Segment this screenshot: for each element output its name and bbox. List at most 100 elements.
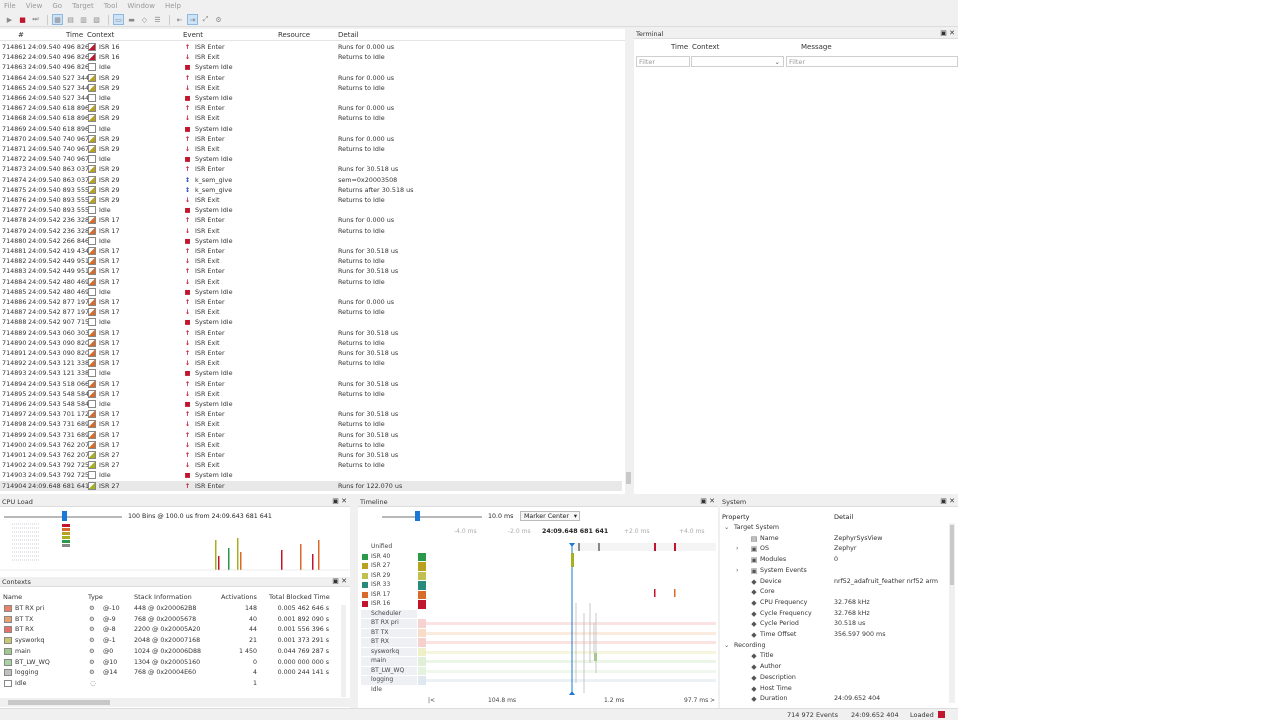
settings-icon[interactable]: ⚙ — [213, 14, 224, 25]
context-row[interactable]: BT_LW_WQ ⚙ @10 1304 @ 0x20005160 0 0.000 000 … — [0, 658, 345, 669]
expand-arrow-icon[interactable]: ⌄ — [724, 642, 729, 649]
terminal-view-icon[interactable]: ▭ — [113, 14, 124, 25]
go-back-icon[interactable]: ⇤ — [174, 14, 185, 25]
system-tree-row[interactable]: ◆ Cycle Period 30.518 us — [720, 619, 948, 630]
menu-item[interactable]: Target — [72, 2, 94, 10]
col-time[interactable]: Time — [66, 31, 83, 39]
timeline-lane-label[interactable]: Unified — [361, 543, 417, 552]
system-view-icon[interactable]: ▬ — [126, 14, 137, 25]
marker-mode-dropdown[interactable]: Marker Center ▾ — [520, 511, 580, 521]
col-ctx-name[interactable]: Name — [3, 593, 22, 601]
filter-message-input[interactable]: Filter — [786, 56, 958, 67]
auto-scroll-icon[interactable]: ⇥ — [187, 14, 198, 25]
menu-item[interactable]: Help — [165, 2, 181, 10]
event-row[interactable]: 714871 24:09.540 740 967 ISR 29 ↓ ISR Exit Re… — [0, 144, 622, 154]
event-row[interactable]: 714861 24:09.540 496 826 ISR 16 ↑ ISR Enter R… — [0, 42, 622, 52]
step-icon[interactable]: ⏭ — [30, 14, 41, 25]
event-row[interactable]: 714866 24:09.540 527 344 Idle ■ System Idle — [0, 93, 622, 103]
collapse-arrow-icon[interactable]: › — [736, 567, 739, 574]
context-row[interactable]: Idle ◌ 1 — [0, 679, 345, 690]
timeline-lane-label[interactable]: BT RX — [361, 638, 417, 647]
timeline-lane-label[interactable]: sysworkq — [361, 647, 417, 657]
event-row[interactable]: 714876 24:09.540 893 555 ISR 29 ↓ ISR Exit Re… — [0, 195, 622, 205]
event-row[interactable]: 714880 24:09.542 266 846 Idle ■ System Idle — [0, 236, 622, 246]
event-row[interactable]: 714873 24:09.540 863 037 ISR 29 ↑ ISR Enter R… — [0, 164, 622, 174]
event-row[interactable]: 714867 24:09.540 618 896 ISR 29 ↑ ISR Enter R… — [0, 103, 622, 113]
system-tree-row[interactable]: ◆ Time Offset 356.597 900 ms — [720, 630, 948, 641]
context-row[interactable]: logging ⚙ @14 768 @ 0x20004E60 4 0.000 244 14… — [0, 668, 345, 679]
event-row[interactable]: 714881 24:09.542 419 434 ISR 17 ↑ ISR Enter R… — [0, 246, 622, 256]
event-row[interactable]: 714877 24:09.540 893 555 Idle ■ System Idle — [0, 205, 622, 215]
event-row[interactable]: 714869 24:09.540 618 896 Idle ■ System Idle — [0, 124, 622, 134]
event-row[interactable]: 714890 24:09.543 090 820 ISR 17 ↓ ISR Exit Re… — [0, 338, 622, 348]
bin-slider-thumb[interactable] — [62, 511, 67, 521]
system-tree-row[interactable]: ◆ Title — [720, 651, 948, 662]
events-scrollbar[interactable] — [625, 29, 632, 494]
event-row[interactable]: 714878 24:09.542 236 328 ISR 17 ↑ ISR Enter R… — [0, 215, 622, 225]
system-tree-row[interactable]: ◆ Core — [720, 587, 948, 598]
event-row[interactable]: 714902 24:09.543 792 725 ISR 27 ↓ ISR Exit Re… — [0, 460, 622, 470]
system-tree-row[interactable]: ◆ Device nrf52_adafruit_feather nrf52 arm — [720, 577, 948, 588]
event-row[interactable]: 714896 24:09.543 548 584 Idle ■ System Idle — [0, 399, 622, 409]
contexts-scrollbar[interactable] — [341, 605, 346, 697]
contexts-view-icon[interactable]: ▧ — [91, 14, 102, 25]
context-row[interactable]: main ⚙ @0 1024 @ 0x20006D88 1 450 0.044 769 2… — [0, 647, 345, 658]
timeline-lane-label[interactable]: BT_LW_WQ — [361, 666, 417, 676]
timeline-lane-label[interactable]: ISR 17 — [361, 590, 417, 600]
panel-float-close-icon[interactable]: ▣ ✕ — [940, 497, 955, 505]
system-scrollbar[interactable] — [949, 523, 955, 703]
panel-float-close-icon[interactable]: ▣ ✕ — [700, 497, 715, 505]
event-row[interactable]: 714903 24:09.543 792 725 Idle ■ System Idle — [0, 470, 622, 480]
system-tree-row[interactable]: ◆ Cycle Frequency 32.768 kHz — [720, 609, 948, 620]
system-tree-row[interactable]: › ▣ System Events — [720, 566, 948, 577]
col-ctx-activations[interactable]: Activations — [221, 593, 257, 601]
event-row[interactable]: 714875 24:09.540 893 555 ISR 29 ↕ k_sem_give… — [0, 185, 622, 195]
context-row[interactable]: BT RX pri ⚙ @-10 448 @ 0x200062B8 148 0.005 4… — [0, 604, 345, 615]
event-row[interactable]: 714870 24:09.540 740 967 ISR 29 ↑ ISR Enter R… — [0, 134, 622, 144]
timeline-trace[interactable] — [426, 543, 716, 695]
timeline-lane-label[interactable]: logging — [361, 676, 417, 685]
timeline-lane-label[interactable]: Idle — [361, 685, 417, 695]
event-row[interactable]: 714886 24:09.542 877 197 ISR 17 ↑ ISR Enter R… — [0, 297, 622, 307]
context-row[interactable]: BT RX ⚙ @-8 2200 @ 0x20005A20 44 0.001 556 39… — [0, 625, 345, 636]
nav-left-icon[interactable]: |< — [428, 697, 435, 704]
cpu-load-view-icon[interactable]: ▥ — [78, 14, 89, 25]
collapse-arrow-icon[interactable]: › — [736, 545, 739, 552]
system-tree-row[interactable]: ⌄ Target System — [720, 523, 948, 534]
menu-item[interactable]: View — [26, 2, 43, 10]
contexts-hscroll-thumb[interactable] — [8, 700, 110, 705]
event-row[interactable]: 714895 24:09.543 548 584 ISR 17 ↓ ISR Exit Re… — [0, 389, 622, 399]
zoom-slider-track[interactable] — [382, 516, 482, 518]
system-tree-row[interactable]: ◆ Duration 24:09.652 404 — [720, 694, 948, 705]
timeline-lane-label[interactable]: ISR 16 — [361, 600, 417, 609]
event-row[interactable]: 714884 24:09.542 480 469 ISR 17 ↓ ISR Exit Re… — [0, 277, 622, 287]
context-row[interactable]: BT TX ⚙ @-9 768 @ 0x20005678 40 0.001 892 090… — [0, 615, 345, 626]
marker-icon[interactable]: ◇ — [139, 14, 150, 25]
event-row[interactable]: 714862 24:09.540 496 826 ISR 16 ↓ ISR Exit Re… — [0, 52, 622, 62]
timeline-lane-label[interactable]: ISR 40 — [361, 552, 417, 562]
event-row[interactable]: 714898 24:09.543 731 689 ISR 17 ↓ ISR Exit Re… — [0, 419, 622, 429]
system-tree-row[interactable]: ▤ Name ZephyrSysView — [720, 534, 948, 545]
system-tree-row[interactable]: ◆ Author — [720, 662, 948, 673]
timeline-view-icon[interactable]: ▤ — [65, 14, 76, 25]
nav-right-icon[interactable]: > — [710, 697, 715, 704]
event-row[interactable]: 714874 24:09.540 863 037 ISR 29 ↕ k_sem_give… — [0, 175, 622, 185]
system-tree-row[interactable]: ▣ Modules 0 — [720, 555, 948, 566]
system-tree-row[interactable]: ◆ Description — [720, 673, 948, 684]
context-row[interactable]: sysworkq ⚙ @-1 2048 @ 0x20007168 21 0.001 373… — [0, 636, 345, 647]
event-row[interactable]: 714899 24:09.543 731 689 ISR 17 ↑ ISR Enter R… — [0, 430, 622, 440]
list-icon[interactable]: ☰ — [152, 14, 163, 25]
timeline-lane-label[interactable]: ISR 27 — [361, 562, 417, 571]
col-ctx-type[interactable]: Type — [88, 593, 103, 601]
event-row[interactable]: 714882 24:09.542 449 951 ISR 17 ↓ ISR Exit Re… — [0, 256, 622, 266]
event-row[interactable]: 714888 24:09.542 907 715 Idle ■ System Idle — [0, 317, 622, 327]
event-row[interactable]: 714872 24:09.540 740 967 Idle ■ System Idle — [0, 154, 622, 164]
event-row[interactable]: 714889 24:09.543 060 303 ISR 17 ↑ ISR Enter R… — [0, 328, 622, 338]
event-row[interactable]: 714894 24:09.543 518 066 ISR 17 ↑ ISR Enter R… — [0, 379, 622, 389]
col-sys-detail[interactable]: Detail — [834, 513, 853, 521]
play-icon[interactable]: ▶ — [4, 14, 15, 25]
zoom-slider-thumb[interactable] — [415, 511, 420, 521]
event-row[interactable]: 714893 24:09.543 121 338 Idle ■ System Idle — [0, 368, 622, 378]
col-ctx-blocked[interactable]: Total Blocked Time — [269, 593, 330, 601]
timeline-lane-label[interactable]: Scheduler — [361, 609, 417, 619]
